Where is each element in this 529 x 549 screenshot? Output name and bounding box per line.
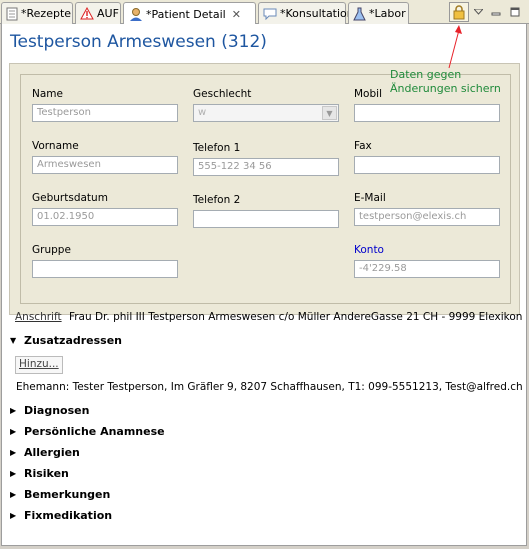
tab-label: *Rezepte	[21, 7, 72, 20]
section-zusatzadressen[interactable]: ▼ Zusatzadressen	[10, 334, 122, 347]
chevron-down-icon: ▼	[322, 106, 337, 120]
flask-icon	[353, 6, 366, 21]
triangle-right-icon: ▶	[10, 469, 17, 478]
section-label: Bemerkungen	[24, 488, 111, 501]
patient-form: Name Testperson Vorname Armeswesen Gebur…	[9, 63, 520, 315]
geburtsdatum-field[interactable]: 01.02.1950	[32, 208, 178, 226]
minimize-button[interactable]	[488, 2, 504, 22]
lock-icon	[453, 5, 465, 20]
telefon1-label: Telefon 1	[193, 142, 241, 154]
triangle-right-icon: ▶	[10, 427, 17, 436]
gruppe-label: Gruppe	[32, 244, 71, 256]
section-label: Persönliche Anamnese	[24, 425, 165, 438]
page-title: Testperson Armeswesen (312)	[10, 32, 267, 52]
section-allergien[interactable]: ▶ Allergien	[10, 446, 80, 459]
telefon1-field[interactable]: 555-122 34 56	[193, 158, 339, 176]
email-label: E-Mail	[354, 192, 386, 204]
annotation-arrow	[448, 25, 462, 69]
section-bemerkungen[interactable]: ▶ Bemerkungen	[10, 488, 110, 501]
tab-label: *Konsultation	[280, 7, 354, 20]
section-fixmedikation[interactable]: ▶ Fixmedikation	[10, 509, 112, 522]
geschlecht-value: w	[198, 107, 207, 118]
close-icon[interactable]: ✕	[232, 8, 241, 21]
vorname-field[interactable]: Armeswesen	[32, 156, 178, 174]
patient-form-inner: Name Testperson Vorname Armeswesen Gebur…	[20, 74, 511, 304]
anschrift-link[interactable]: Anschrift	[15, 311, 62, 323]
document-icon	[6, 6, 18, 21]
geschlecht-select[interactable]: w ▼	[193, 104, 339, 122]
tab-label: *Labor	[369, 7, 406, 20]
triangle-down-icon: ▼	[10, 336, 17, 345]
mobil-field[interactable]	[354, 104, 500, 122]
tab-patient-detail[interactable]: *Patient Detail ✕	[123, 2, 256, 25]
triangle-right-icon: ▶	[10, 511, 17, 520]
section-risiken[interactable]: ▶ Risiken	[10, 467, 69, 480]
vorname-label: Vorname	[32, 140, 79, 152]
speech-icon	[263, 6, 277, 21]
tab-auf[interactable]: AUF	[75, 2, 121, 24]
tab-label: AUF	[97, 7, 119, 20]
name-field[interactable]: Testperson	[32, 104, 178, 122]
section-persoenliche-anamnese[interactable]: ▶ Persönliche Anamnese	[10, 425, 165, 438]
anschrift-value: Frau Dr. phil III Testperson Armeswesen …	[68, 311, 523, 323]
section-label: Allergien	[24, 446, 80, 459]
zusatzadresse-entry: Ehemann: Tester Testperson, Im Gräfler 9…	[16, 381, 523, 393]
patient-detail-panel: Testperson Armeswesen (312) Name Testper…	[1, 24, 527, 546]
triangle-down-icon	[473, 9, 483, 15]
section-diagnosen[interactable]: ▶ Diagnosen	[10, 404, 89, 417]
gruppe-field[interactable]	[32, 260, 178, 278]
section-label: Diagnosen	[24, 404, 90, 417]
patient-icon	[128, 7, 143, 22]
email-field[interactable]: testperson@elexis.ch	[354, 208, 500, 226]
tab-rezepte[interactable]: *Rezepte	[1, 2, 73, 24]
mobil-label: Mobil	[354, 88, 382, 100]
konto-link[interactable]: Konto	[354, 244, 384, 256]
anschrift-row: Anschrift Frau Dr. phil III Testperson A…	[15, 311, 522, 323]
triangle-right-icon: ▶	[10, 490, 17, 499]
geschlecht-label: Geschlecht	[193, 88, 252, 100]
konto-field[interactable]: -4'229.58	[354, 260, 500, 278]
fax-field[interactable]	[354, 156, 500, 174]
warning-icon	[80, 6, 94, 21]
maximize-icon	[510, 7, 520, 17]
tab-bar: *Rezepte AUF *Patient Detail ✕ *Konsulta…	[0, 0, 529, 25]
fax-label: Fax	[354, 140, 372, 152]
view-menu-button[interactable]	[471, 2, 485, 22]
section-label: Zusatzadressen	[24, 334, 123, 347]
section-label: Risiken	[24, 467, 69, 480]
telefon2-label: Telefon 2	[193, 194, 241, 206]
tab-labor[interactable]: *Labor	[348, 2, 409, 24]
tab-label: *Patient Detail	[146, 7, 226, 21]
tab-konsultation[interactable]: *Konsultation	[258, 2, 354, 24]
minimize-icon	[491, 12, 501, 16]
name-label: Name	[32, 88, 63, 100]
geburtsdatum-label: Geburtsdatum	[32, 192, 108, 204]
triangle-right-icon: ▶	[10, 406, 17, 415]
lock-button[interactable]	[449, 2, 469, 22]
hinzu-button[interactable]: Hinzu...	[15, 356, 63, 374]
maximize-button[interactable]	[507, 2, 523, 22]
triangle-right-icon: ▶	[10, 448, 17, 457]
telefon2-field[interactable]	[193, 210, 339, 228]
section-label: Fixmedikation	[24, 509, 113, 522]
